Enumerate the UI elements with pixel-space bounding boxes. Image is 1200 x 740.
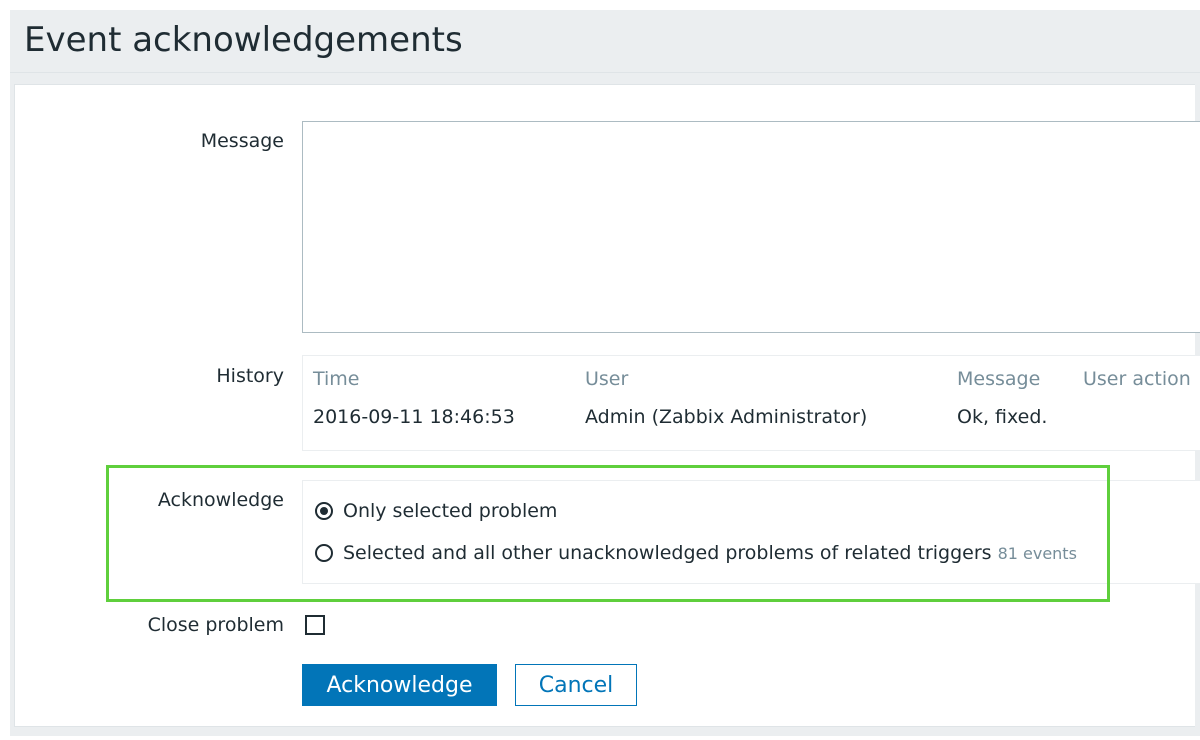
cancel-button[interactable]: Cancel (515, 664, 637, 706)
history-col-user-action: User action (1083, 368, 1191, 390)
radio-checked-icon[interactable] (315, 502, 333, 520)
acknowledge-button[interactable]: Acknowledge (302, 664, 497, 706)
history-col-user: User (585, 368, 629, 390)
message-textarea[interactable] (302, 121, 1200, 333)
history-user: Admin (Zabbix Administrator) (585, 406, 868, 428)
page-title: Event acknowledgements (24, 20, 463, 60)
radio-all-related[interactable]: Selected and all other unacknowledged pr… (315, 542, 1077, 564)
history-col-message: Message (957, 368, 1041, 390)
acknowledge-options: Only selected problem Selected and all o… (302, 480, 1200, 584)
history-message: Ok, fixed. (957, 406, 1048, 428)
radio-unchecked-icon[interactable] (315, 544, 333, 562)
radio-only-selected[interactable]: Only selected problem (315, 500, 557, 522)
close-problem-label: Close problem (147, 614, 284, 636)
events-count: 81 events (997, 543, 1077, 563)
acknowledge-label: Acknowledge (157, 489, 284, 511)
history-table: Time User Message User action 2016-09-11… (302, 355, 1200, 451)
radio-all-related-label: Selected and all other unacknowledged pr… (343, 542, 992, 564)
title-divider (10, 72, 1200, 73)
history-col-time: Time (313, 368, 360, 390)
history-label: History (216, 365, 284, 387)
message-label: Message (200, 130, 284, 152)
radio-only-selected-label: Only selected problem (343, 500, 558, 522)
close-problem-checkbox[interactable] (305, 615, 325, 635)
history-time: 2016-09-11 18:46:53 (313, 406, 515, 428)
